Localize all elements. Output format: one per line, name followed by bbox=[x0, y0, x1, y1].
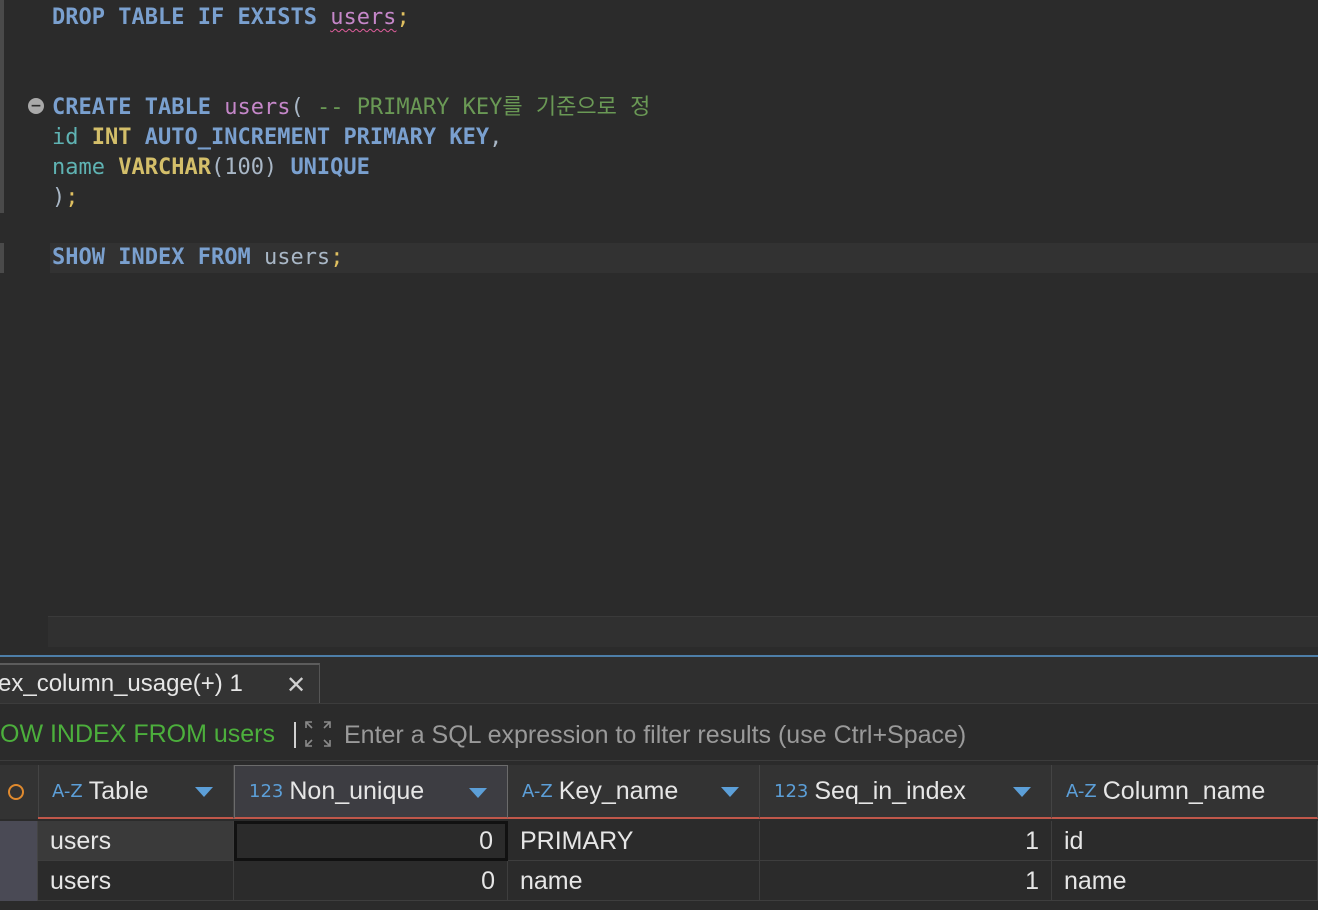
expand-icon[interactable] bbox=[303, 719, 333, 749]
close-icon[interactable]: ✕ bbox=[286, 671, 306, 699]
keyword: AUTO_INCREMENT bbox=[144, 125, 331, 150]
grid-header-row: A-Z Table 123 Non_unique A-Z Key_name 12… bbox=[0, 765, 1318, 819]
column-header-column-name[interactable]: A-Z Column_name bbox=[1052, 765, 1318, 819]
filter-bar: OW INDEX FROM users bbox=[0, 710, 1318, 761]
results-grid: A-Z Table 123 Non_unique A-Z Key_name 12… bbox=[0, 765, 1318, 910]
row-selector-header[interactable] bbox=[0, 765, 39, 819]
table-identifier: users bbox=[330, 5, 397, 30]
sql-editor[interactable]: DROP TABLE IF EXISTS users; − CREATE TAB… bbox=[0, 0, 1318, 655]
column-title: Seq_in_index bbox=[814, 776, 966, 805]
record-mode-icon[interactable] bbox=[8, 784, 24, 800]
column-header-non-unique[interactable]: 123 Non_unique bbox=[234, 765, 508, 819]
app-window: DROP TABLE IF EXISTS users; − CREATE TAB… bbox=[0, 0, 1318, 910]
horizontal-scrollbar[interactable] bbox=[48, 616, 1318, 647]
code-line-5[interactable]: ); bbox=[52, 183, 79, 213]
cell-seq-in-index[interactable]: 1 bbox=[760, 821, 1052, 861]
code-line-4[interactable]: name VARCHAR(100) UNIQUE bbox=[52, 153, 370, 183]
keyword: PRIMARY bbox=[343, 125, 437, 150]
number-type-icon: 123 bbox=[249, 781, 284, 802]
keyword: FROM bbox=[197, 245, 251, 270]
type-size: (100) bbox=[210, 155, 278, 180]
query-text-label[interactable]: OW INDEX FROM users bbox=[0, 720, 275, 749]
tab-result-label: ex_column_usage(+) 1 bbox=[0, 670, 243, 697]
keyword: DROP bbox=[52, 5, 105, 30]
cell-key-name[interactable]: PRIMARY bbox=[508, 821, 760, 861]
column-title: Table bbox=[88, 776, 149, 805]
text-type-icon: A-Z bbox=[52, 780, 83, 802]
keyword: TABLE bbox=[118, 5, 185, 30]
paren: ( bbox=[290, 95, 317, 120]
column-title: Key_name bbox=[558, 776, 679, 805]
semicolon: ; bbox=[396, 5, 410, 30]
row-selector[interactable] bbox=[0, 821, 38, 861]
data-type: VARCHAR bbox=[118, 155, 211, 180]
row-selector[interactable] bbox=[0, 861, 38, 901]
column-identifier: id bbox=[52, 125, 79, 150]
results-panel: ex_column_usage(+) 1 ✕ OW INDEX FROM use… bbox=[0, 655, 1318, 910]
tab-result[interactable]: ex_column_usage(+) 1 ✕ bbox=[0, 663, 320, 703]
cell-seq-in-index[interactable]: 1 bbox=[760, 861, 1052, 901]
cell-non-unique[interactable]: 0 bbox=[234, 821, 508, 861]
paren: ) bbox=[52, 185, 66, 210]
code-line-1[interactable]: DROP TABLE IF EXISTS users; bbox=[52, 3, 410, 33]
semicolon: ; bbox=[330, 245, 344, 270]
keyword: IF bbox=[197, 5, 225, 30]
results-tab-bar: ex_column_usage(+) 1 ✕ bbox=[0, 657, 1318, 704]
column-header-key-name[interactable]: A-Z Key_name bbox=[508, 765, 760, 819]
cell-column-name[interactable]: name bbox=[1052, 861, 1318, 901]
cell-table[interactable]: users bbox=[38, 821, 234, 861]
keyword: TABLE bbox=[144, 95, 211, 120]
code-line-6[interactable]: SHOW INDEX FROM users; bbox=[52, 243, 343, 273]
gutter-bar bbox=[0, 0, 4, 213]
sort-dropdown-icon[interactable] bbox=[721, 787, 739, 797]
text-type-icon: A-Z bbox=[522, 780, 553, 802]
column-header-table[interactable]: A-Z Table bbox=[38, 765, 234, 819]
table-identifier: users bbox=[263, 245, 331, 270]
sort-dropdown-icon[interactable] bbox=[195, 787, 213, 797]
code-line-2[interactable]: CREATE TABLE users( -- PRIMARY KEY를 기준으로… bbox=[52, 93, 650, 123]
table-row[interactable]: users 0 PRIMARY 1 id bbox=[0, 821, 1318, 861]
table-identifier: users bbox=[224, 95, 291, 120]
table-row[interactable]: users 0 name 1 name bbox=[0, 861, 1318, 901]
keyword: UNIQUE bbox=[290, 155, 370, 180]
keyword: SHOW bbox=[52, 245, 105, 270]
sql-comment: -- PRIMARY KEY를 기준으로 정 bbox=[316, 95, 651, 120]
cell-column-name[interactable]: id bbox=[1052, 821, 1318, 861]
code-line-3[interactable]: id INT AUTO_INCREMENT PRIMARY KEY, bbox=[52, 123, 502, 153]
column-title: Non_unique bbox=[289, 777, 425, 805]
text-caret bbox=[294, 722, 296, 748]
cell-non-unique[interactable]: 0 bbox=[234, 861, 508, 901]
filter-input[interactable] bbox=[344, 720, 1304, 750]
gutter-bar-current bbox=[0, 243, 4, 273]
semicolon: ; bbox=[65, 185, 79, 210]
sort-dropdown-icon[interactable] bbox=[1013, 787, 1031, 797]
keyword: EXISTS bbox=[237, 5, 317, 30]
column-title: Column_name bbox=[1102, 776, 1266, 805]
comma: , bbox=[489, 125, 503, 150]
column-header-seq-in-index[interactable]: 123 Seq_in_index bbox=[760, 765, 1052, 819]
keyword: KEY bbox=[449, 125, 490, 150]
keyword: CREATE bbox=[52, 95, 132, 120]
number-type-icon: 123 bbox=[774, 780, 809, 802]
text-type-icon: A-Z bbox=[1066, 780, 1097, 802]
keyword: INDEX bbox=[118, 245, 185, 270]
column-identifier: name bbox=[52, 155, 105, 180]
cell-table[interactable]: users bbox=[38, 861, 234, 901]
data-type: INT bbox=[91, 125, 132, 150]
cell-key-name[interactable]: name bbox=[508, 861, 760, 901]
sort-dropdown-icon[interactable] bbox=[469, 788, 487, 798]
fold-collapse-icon[interactable]: − bbox=[28, 98, 44, 114]
